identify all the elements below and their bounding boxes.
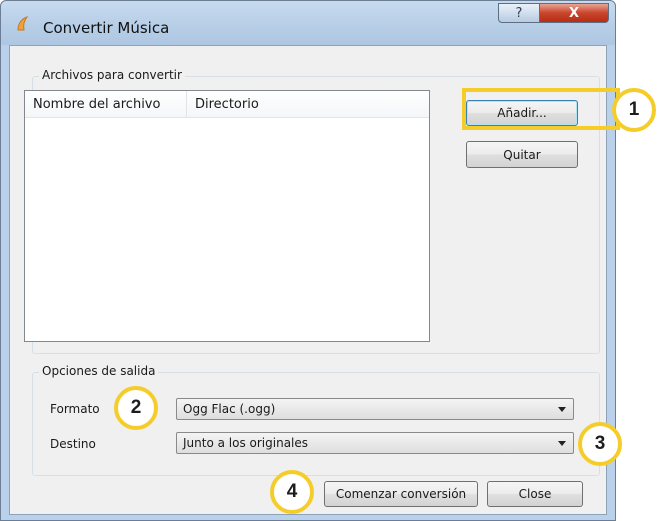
output-group-label: Opciones de salida bbox=[39, 364, 159, 378]
callout-highlight-box bbox=[462, 88, 620, 130]
help-icon: ? bbox=[515, 5, 523, 21]
callout-badge-4: 4 bbox=[270, 470, 314, 514]
app-icon bbox=[17, 16, 29, 31]
output-groupbox: Opciones de salida bbox=[32, 364, 600, 476]
close-button[interactable]: Close bbox=[487, 481, 583, 507]
format-label: Formato bbox=[50, 402, 100, 416]
help-button[interactable]: ? bbox=[498, 3, 540, 23]
convert-music-dialog: Convertir Música ? X Archivos para conve… bbox=[0, 0, 616, 521]
start-conversion-button[interactable]: Comenzar conversión bbox=[324, 481, 478, 507]
format-value: Ogg Flac (.ogg) bbox=[183, 402, 276, 416]
window-title: Convertir Música bbox=[43, 19, 170, 37]
column-header-directory[interactable]: Directorio bbox=[187, 91, 429, 117]
callout-badge-1: 1 bbox=[612, 88, 656, 132]
title-bar[interactable]: Convertir Música ? X bbox=[1, 1, 615, 45]
callout-badge-3: 3 bbox=[578, 422, 622, 466]
destination-label: Destino bbox=[50, 437, 96, 451]
destination-select[interactable]: Junto a los originales bbox=[176, 432, 574, 454]
remove-button[interactable]: Quitar bbox=[466, 141, 578, 168]
close-icon: X bbox=[568, 5, 580, 21]
file-list[interactable]: Nombre del archivo Directorio bbox=[24, 90, 430, 342]
chevron-down-icon bbox=[558, 407, 566, 412]
files-group-label: Archivos para convertir bbox=[39, 68, 185, 82]
destination-value: Junto a los originales bbox=[183, 436, 309, 450]
file-list-header: Nombre del archivo Directorio bbox=[25, 91, 429, 118]
format-select[interactable]: Ogg Flac (.ogg) bbox=[176, 398, 574, 420]
chevron-down-icon bbox=[558, 441, 566, 446]
column-header-filename[interactable]: Nombre del archivo bbox=[25, 91, 187, 117]
callout-badge-2: 2 bbox=[114, 386, 158, 430]
window-close-button[interactable]: X bbox=[539, 3, 609, 23]
